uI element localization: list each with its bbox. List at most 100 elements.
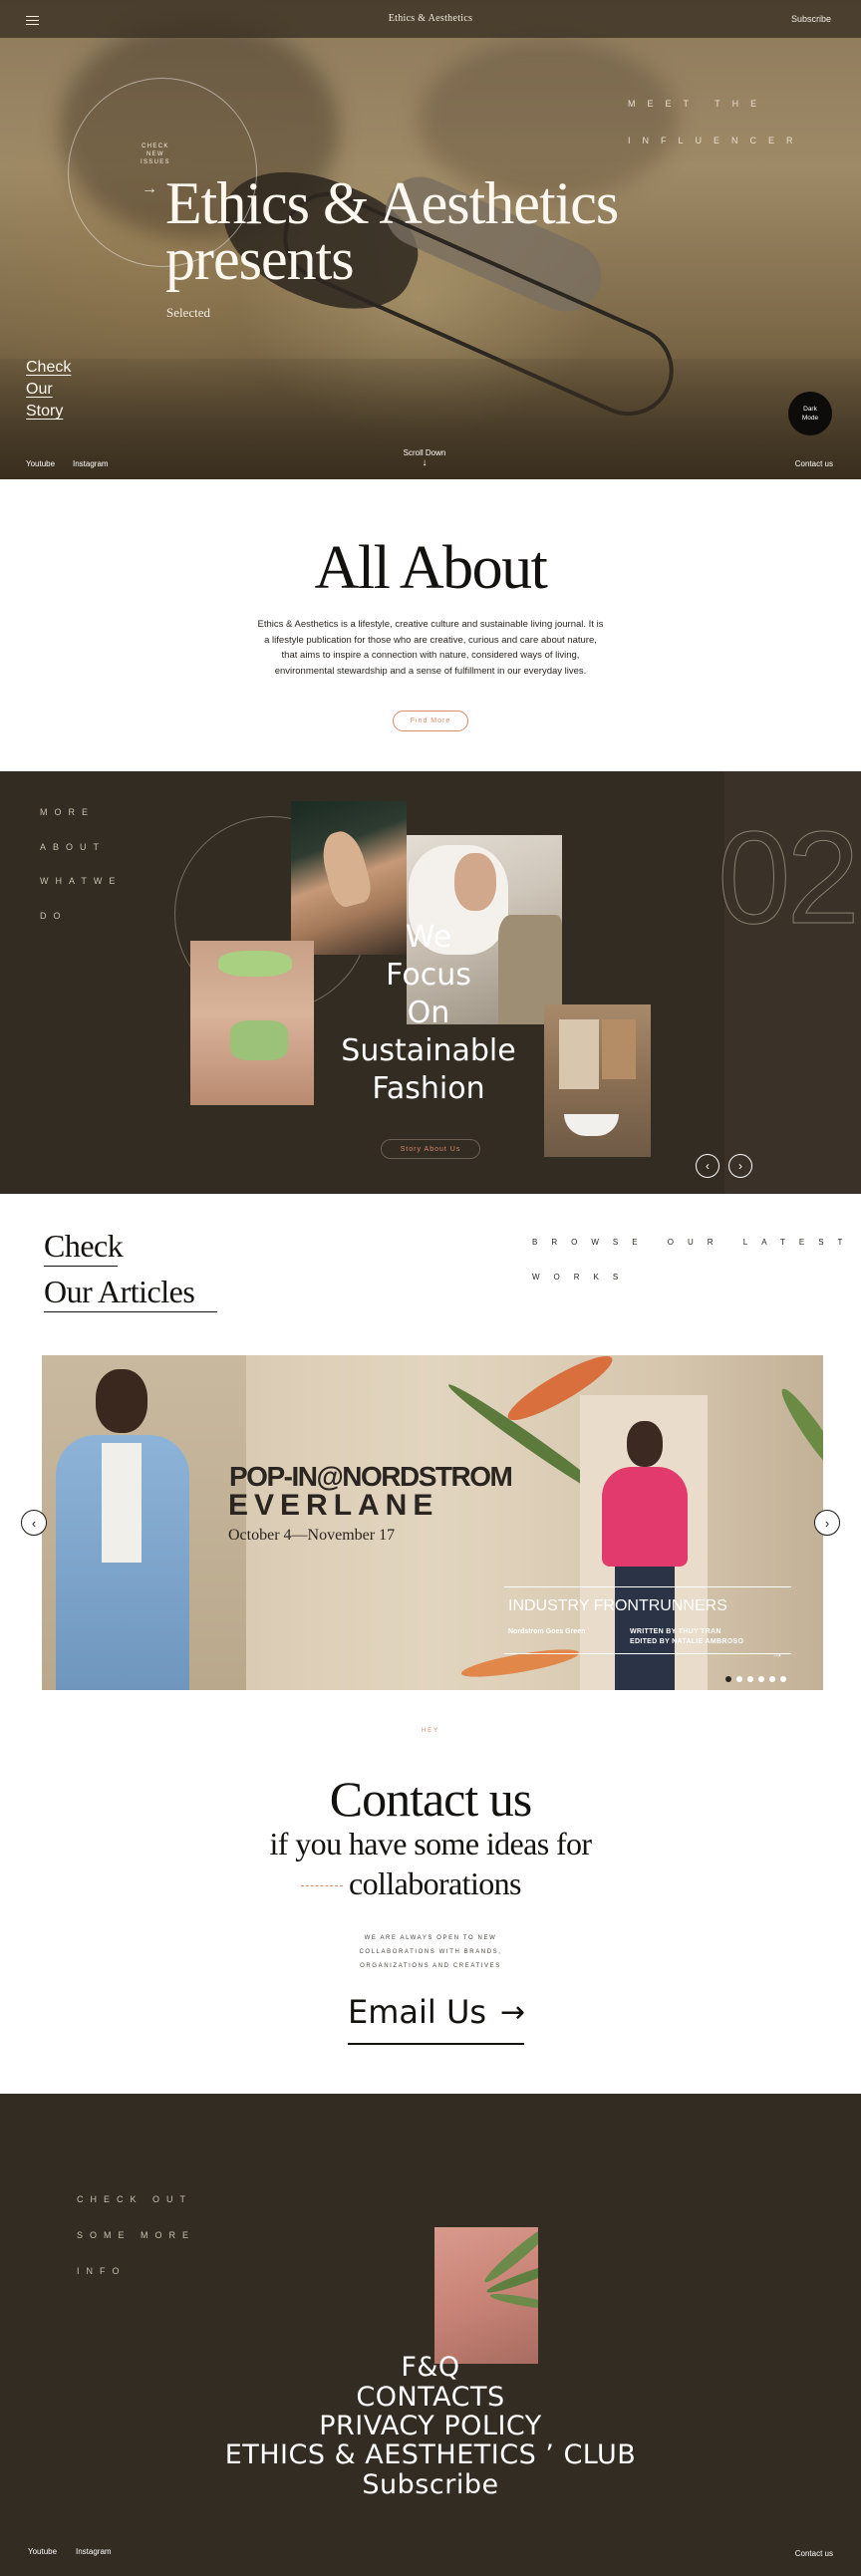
check-new-issues-line: NEW xyxy=(145,151,164,157)
footer-youtube-link[interactable]: Youtube xyxy=(28,2547,57,2556)
contact-accent-dash xyxy=(301,1885,343,1886)
footer-photo xyxy=(434,2227,538,2364)
slide-woman-head xyxy=(627,1421,663,1467)
arrow-down-icon[interactable]: ↓ xyxy=(0,457,849,468)
focus-big-number: 02 xyxy=(718,804,861,951)
footer-link-contacts[interactable]: CONTACTS xyxy=(0,2383,861,2413)
meet-the-text: MEET THE xyxy=(628,99,769,109)
chevron-right-icon[interactable]: › xyxy=(814,1510,840,1536)
influencer-text: INFLUENCER xyxy=(628,136,805,145)
focus-photo-4 xyxy=(544,1004,651,1157)
footer-link-faq[interactable]: F&Q xyxy=(0,2353,861,2383)
hero-section: Ethics & Aesthetics Subscribe CHECK NEW … xyxy=(0,0,861,479)
articles-title-underline-2 xyxy=(44,1311,217,1312)
focus-photo-2 xyxy=(190,941,314,1105)
hero-contact-link[interactable]: Contact us xyxy=(795,459,833,468)
hero-title-line2: presents xyxy=(165,226,355,292)
focus-photo-4-cloth-2 xyxy=(602,1019,636,1079)
email-underline xyxy=(348,2043,524,2045)
footer-contact-link[interactable]: Contact us xyxy=(795,2549,833,2558)
slide-leaf-2 xyxy=(775,1383,823,1485)
check-new-issues-line: CHECK xyxy=(142,143,169,149)
slide-dot[interactable] xyxy=(736,1676,742,1682)
footer-instagram-link[interactable]: Instagram xyxy=(76,2547,112,2556)
slide-dots xyxy=(725,1676,786,1682)
contact-small-line: ORGANIZATIONS AND CREATIVES xyxy=(360,1963,501,1969)
focus-photo-4-bowl xyxy=(564,1114,619,1136)
slide-dot[interactable] xyxy=(758,1676,764,1682)
slide-edited-by: EDITED BY NATALIE AMBROSO xyxy=(630,1638,744,1645)
articles-title-line2: Our Articles xyxy=(44,1274,195,1309)
slide-industry-title: INDUSTRY FRONTRUNNERS xyxy=(508,1597,727,1614)
dark-mode-label: Dark xyxy=(803,406,817,413)
slide-dot[interactable] xyxy=(769,1676,775,1682)
focus-headline: We Focus On Sustainable Fashion xyxy=(329,919,528,1108)
focus-side-line: WHATWE xyxy=(40,876,123,886)
focus-photo-1-figure xyxy=(316,827,376,910)
focus-side-line: DO xyxy=(40,911,68,921)
slide-caption-rule xyxy=(504,1586,791,1587)
focus-side-line: MORE xyxy=(40,807,95,817)
slide-man-head xyxy=(96,1369,147,1433)
check-our-story-link[interactable]: Check Our Story xyxy=(26,357,71,423)
email-us-link[interactable]: Email Us → xyxy=(348,1993,525,2031)
check-new-issues-line: ISSUES xyxy=(141,159,170,165)
slide-written-by: WRITTEN BY THUY TRAN xyxy=(630,1628,721,1635)
articles-title-underline xyxy=(44,1266,118,1267)
about-title: All About xyxy=(314,534,548,602)
browse-latest-text: BROWSE OUR LATEST xyxy=(532,1238,857,1247)
check-new-issues-link[interactable]: CHECK NEW ISSUES xyxy=(141,143,170,166)
contact-small-line: WE ARE ALWAYS OPEN TO NEW xyxy=(364,1935,497,1941)
subscribe-link[interactable]: Subscribe xyxy=(791,14,831,24)
slide-subtitle: Nordstrom Goes Green xyxy=(508,1628,586,1635)
footer-photo-leaf-3 xyxy=(488,2290,538,2313)
footer-link-club[interactable]: ETHICS & AESTHETICS ’ CLUB xyxy=(0,2440,861,2470)
footer-link-subscribe[interactable]: Subscribe xyxy=(0,2470,861,2500)
dark-mode-label: Mode xyxy=(801,415,819,422)
slide-dot-active[interactable] xyxy=(725,1676,731,1682)
scroll-down-link[interactable]: Scroll Down xyxy=(0,448,849,457)
slide-dot[interactable] xyxy=(747,1676,753,1682)
slide-woman-sweater xyxy=(602,1467,688,1567)
slide-brand: EVERLANE xyxy=(228,1489,439,1522)
story-line: Check xyxy=(26,359,72,376)
contact-line3: collaborations xyxy=(349,1865,521,1901)
arrow-right-icon[interactable]: → xyxy=(142,181,157,197)
focus-headline-line: We xyxy=(405,920,452,955)
find-more-button[interactable]: Find More xyxy=(393,711,468,731)
footer-side-line: INFO xyxy=(77,2266,127,2276)
story-about-us-button[interactable]: Story About Us xyxy=(381,1139,480,1159)
articles-section: Check Our Articles BROWSE OUR LATEST WOR… xyxy=(0,1194,861,1692)
footer-side-line: SOME MORE xyxy=(77,2230,196,2240)
dark-mode-toggle[interactable]: Dark Mode xyxy=(788,392,832,435)
focus-photo-2-top xyxy=(218,951,292,977)
about-section: All About Ethics & Aesthetics is a lifes… xyxy=(0,479,861,771)
focus-headline-line: On xyxy=(407,996,450,1030)
chevron-left-icon[interactable]: ‹ xyxy=(21,1510,47,1536)
footer-link-privacy[interactable]: PRIVACY POLICY xyxy=(0,2412,861,2441)
chevron-right-icon[interactable]: › xyxy=(728,1154,752,1178)
article-slide[interactable]: POP-IN@NORDSTROM EVERLANE October 4—Nove… xyxy=(42,1355,823,1690)
hey-label: HEY xyxy=(421,1728,440,1734)
hero-subtitle: Selected xyxy=(166,305,211,320)
brand-logo[interactable]: Ethics & Aesthetics xyxy=(0,13,861,24)
footer-section: CHECK OUT SOME MORE INFO F&Q CONTACTS PR… xyxy=(0,2094,861,2576)
chevron-left-icon[interactable]: ‹ xyxy=(696,1154,719,1178)
focus-headline-line: Fashion xyxy=(372,1071,485,1106)
contact-line2: if you have some ideas for xyxy=(269,1826,593,1861)
focus-headline-line: Focus xyxy=(386,958,471,993)
arrow-right-icon: → xyxy=(500,1994,526,2030)
contact-small-text: WE ARE ALWAYS OPEN TO NEW COLLABORATIONS… xyxy=(0,1931,861,1973)
focus-photo-3-face xyxy=(454,853,496,911)
contact-section: HEY Contact us if you have some ideas fo… xyxy=(0,1692,861,2094)
email-us-label: Email Us xyxy=(348,1993,487,2031)
hero-title-line1: Ethics & Aesthetics xyxy=(165,170,619,236)
footer-side-line: CHECK OUT xyxy=(77,2194,193,2204)
focus-section: MORE ABOUT WHATWE DO 02 We Focus On Sust… xyxy=(0,771,861,1194)
slide-dot[interactable] xyxy=(780,1676,786,1682)
about-body: Ethics & Aesthetics is a lifestyle, crea… xyxy=(257,619,604,677)
focus-headline-line: Sustainable xyxy=(341,1033,516,1068)
contact-title: Contact us xyxy=(329,1771,532,1827)
slide-arrow-right-icon[interactable]: → xyxy=(771,1646,783,1660)
slide-flower-petal-2 xyxy=(459,1643,581,1683)
